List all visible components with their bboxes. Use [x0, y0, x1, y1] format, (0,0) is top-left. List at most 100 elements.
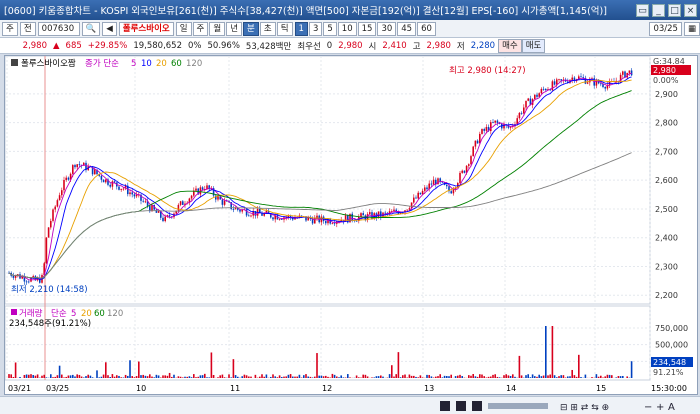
candle-body	[67, 177, 70, 180]
volume-bar	[80, 376, 83, 378]
date-input[interactable]: 03/25	[649, 21, 682, 36]
interval-button-6[interactable]: 45	[397, 21, 417, 36]
prev-arrow-icon[interactable]: ◀	[102, 21, 117, 36]
volume-bar	[199, 375, 202, 378]
x-tick-label: 12	[322, 384, 332, 393]
volume-bar	[259, 376, 261, 378]
volume-bar	[263, 376, 265, 378]
volume-bar	[91, 377, 94, 378]
volume-bar	[327, 376, 329, 378]
candle-body	[120, 188, 122, 190]
candle-body	[179, 201, 182, 205]
calendar-icon[interactable]: ▦	[683, 21, 700, 36]
candle-body	[525, 100, 527, 108]
candle-body	[333, 223, 336, 225]
volume-bar	[241, 376, 243, 378]
volume-bar	[349, 377, 351, 378]
search-icon[interactable]: 🔍	[81, 21, 101, 36]
period-button-6[interactable]: 틱	[276, 21, 293, 36]
volume-bar	[366, 376, 369, 378]
buy-button[interactable]: 매수	[498, 38, 522, 53]
minimize-icon[interactable]: _	[652, 3, 665, 17]
volume-bar	[276, 377, 279, 378]
stop-icon[interactable]	[472, 401, 482, 411]
sell-button[interactable]: 매도	[521, 38, 546, 53]
candle-body	[109, 184, 111, 187]
interval-button-3[interactable]: 10	[337, 21, 357, 36]
volume-bar	[448, 376, 450, 378]
candle-body	[558, 79, 560, 80]
close-icon[interactable]: ×	[684, 3, 697, 17]
market-select-2[interactable]: 전	[19, 21, 36, 36]
candle-body	[78, 164, 81, 166]
candle-body	[58, 195, 61, 201]
volume-bar	[347, 374, 349, 378]
candle-body	[102, 179, 105, 183]
volume-bar	[50, 374, 52, 378]
stock-name[interactable]: 폴루스바이오	[118, 21, 174, 36]
period-button-2[interactable]: 월	[209, 21, 226, 36]
volume-bar	[606, 374, 609, 378]
zoom-in-icon[interactable]: +	[656, 402, 664, 413]
candle-body	[12, 275, 15, 278]
volume-bar	[529, 377, 532, 378]
candle-body	[234, 208, 237, 210]
x-tick-label: 13	[424, 384, 434, 393]
candle-body	[14, 275, 17, 278]
open-label: 시	[368, 41, 377, 52]
interval-button-0[interactable]: 1	[294, 21, 308, 36]
scroll-track[interactable]	[488, 403, 548, 409]
volume-bar	[43, 374, 45, 378]
period-button-5[interactable]: 초	[259, 21, 276, 36]
volume-bar	[296, 376, 298, 378]
zoom-controls-icon[interactable]: ⊟ ⊞ ⇄ ⇆ ⊕	[560, 403, 609, 413]
candle-body	[424, 187, 426, 191]
volume-bar	[578, 354, 580, 378]
volume-bar	[245, 375, 248, 378]
play-icon[interactable]	[456, 401, 466, 411]
font-size-icon[interactable]: A	[668, 402, 675, 413]
volume-bar	[410, 375, 413, 378]
candle-body	[492, 122, 494, 123]
candle-body	[94, 169, 96, 175]
market-select[interactable]: 주	[2, 21, 18, 36]
volume-bar	[542, 375, 545, 378]
volume-bar	[278, 375, 281, 378]
volume-bar	[162, 375, 164, 378]
volume-bar	[19, 377, 21, 378]
candle-body	[527, 98, 529, 101]
volume-bar	[391, 365, 393, 378]
chart-area[interactable]: 2,900 2,800 2,700 2,600 2,500 2,400 2,300 2,200…	[4, 55, 698, 395]
volume-legend-ma-label: 단순	[51, 308, 67, 319]
period-button-3[interactable]: 년	[226, 21, 243, 36]
candle-body	[47, 227, 50, 238]
period-button-4[interactable]: 분	[243, 21, 259, 36]
legend-ma10: 10	[141, 59, 152, 69]
candle-body	[52, 209, 54, 221]
stock-code-input[interactable]: 007630	[37, 21, 80, 36]
scroll-left-icon[interactable]	[440, 401, 450, 411]
volume-bar	[567, 376, 569, 378]
maximize-icon[interactable]: □	[668, 3, 681, 17]
volume-bar	[197, 376, 199, 378]
volume-bar	[157, 375, 160, 378]
period-button-0[interactable]: 일	[175, 21, 192, 36]
zoom-out-icon[interactable]: −	[644, 402, 652, 413]
restore-icon[interactable]: ▭	[636, 3, 649, 17]
volume-bar	[100, 376, 103, 378]
candle-body	[536, 94, 538, 97]
interval-button-5[interactable]: 30	[377, 21, 397, 36]
interval-button-7[interactable]: 60	[417, 21, 436, 36]
candle-body	[61, 190, 63, 196]
volume-bar	[294, 376, 296, 378]
candle-body	[384, 212, 386, 214]
interval-button-2[interactable]: 5	[323, 21, 337, 36]
turnover-ratio: 50.96%	[207, 40, 240, 51]
interval-button-4[interactable]: 15	[357, 21, 377, 36]
chart-svg[interactable]: 2,900 2,800 2,700 2,600 2,500 2,400 2,300 2,200…	[4, 55, 699, 396]
chart-toolbar: 주 전 007630 🔍 ◀ 폴루스바이오 일주월년분초틱 1 3 5 10 15 30 4…	[0, 20, 700, 38]
period-button-1[interactable]: 주	[192, 21, 209, 36]
volume-bar	[468, 375, 470, 378]
interval-button-1[interactable]: 3	[308, 21, 323, 36]
volume-bar	[580, 377, 582, 378]
